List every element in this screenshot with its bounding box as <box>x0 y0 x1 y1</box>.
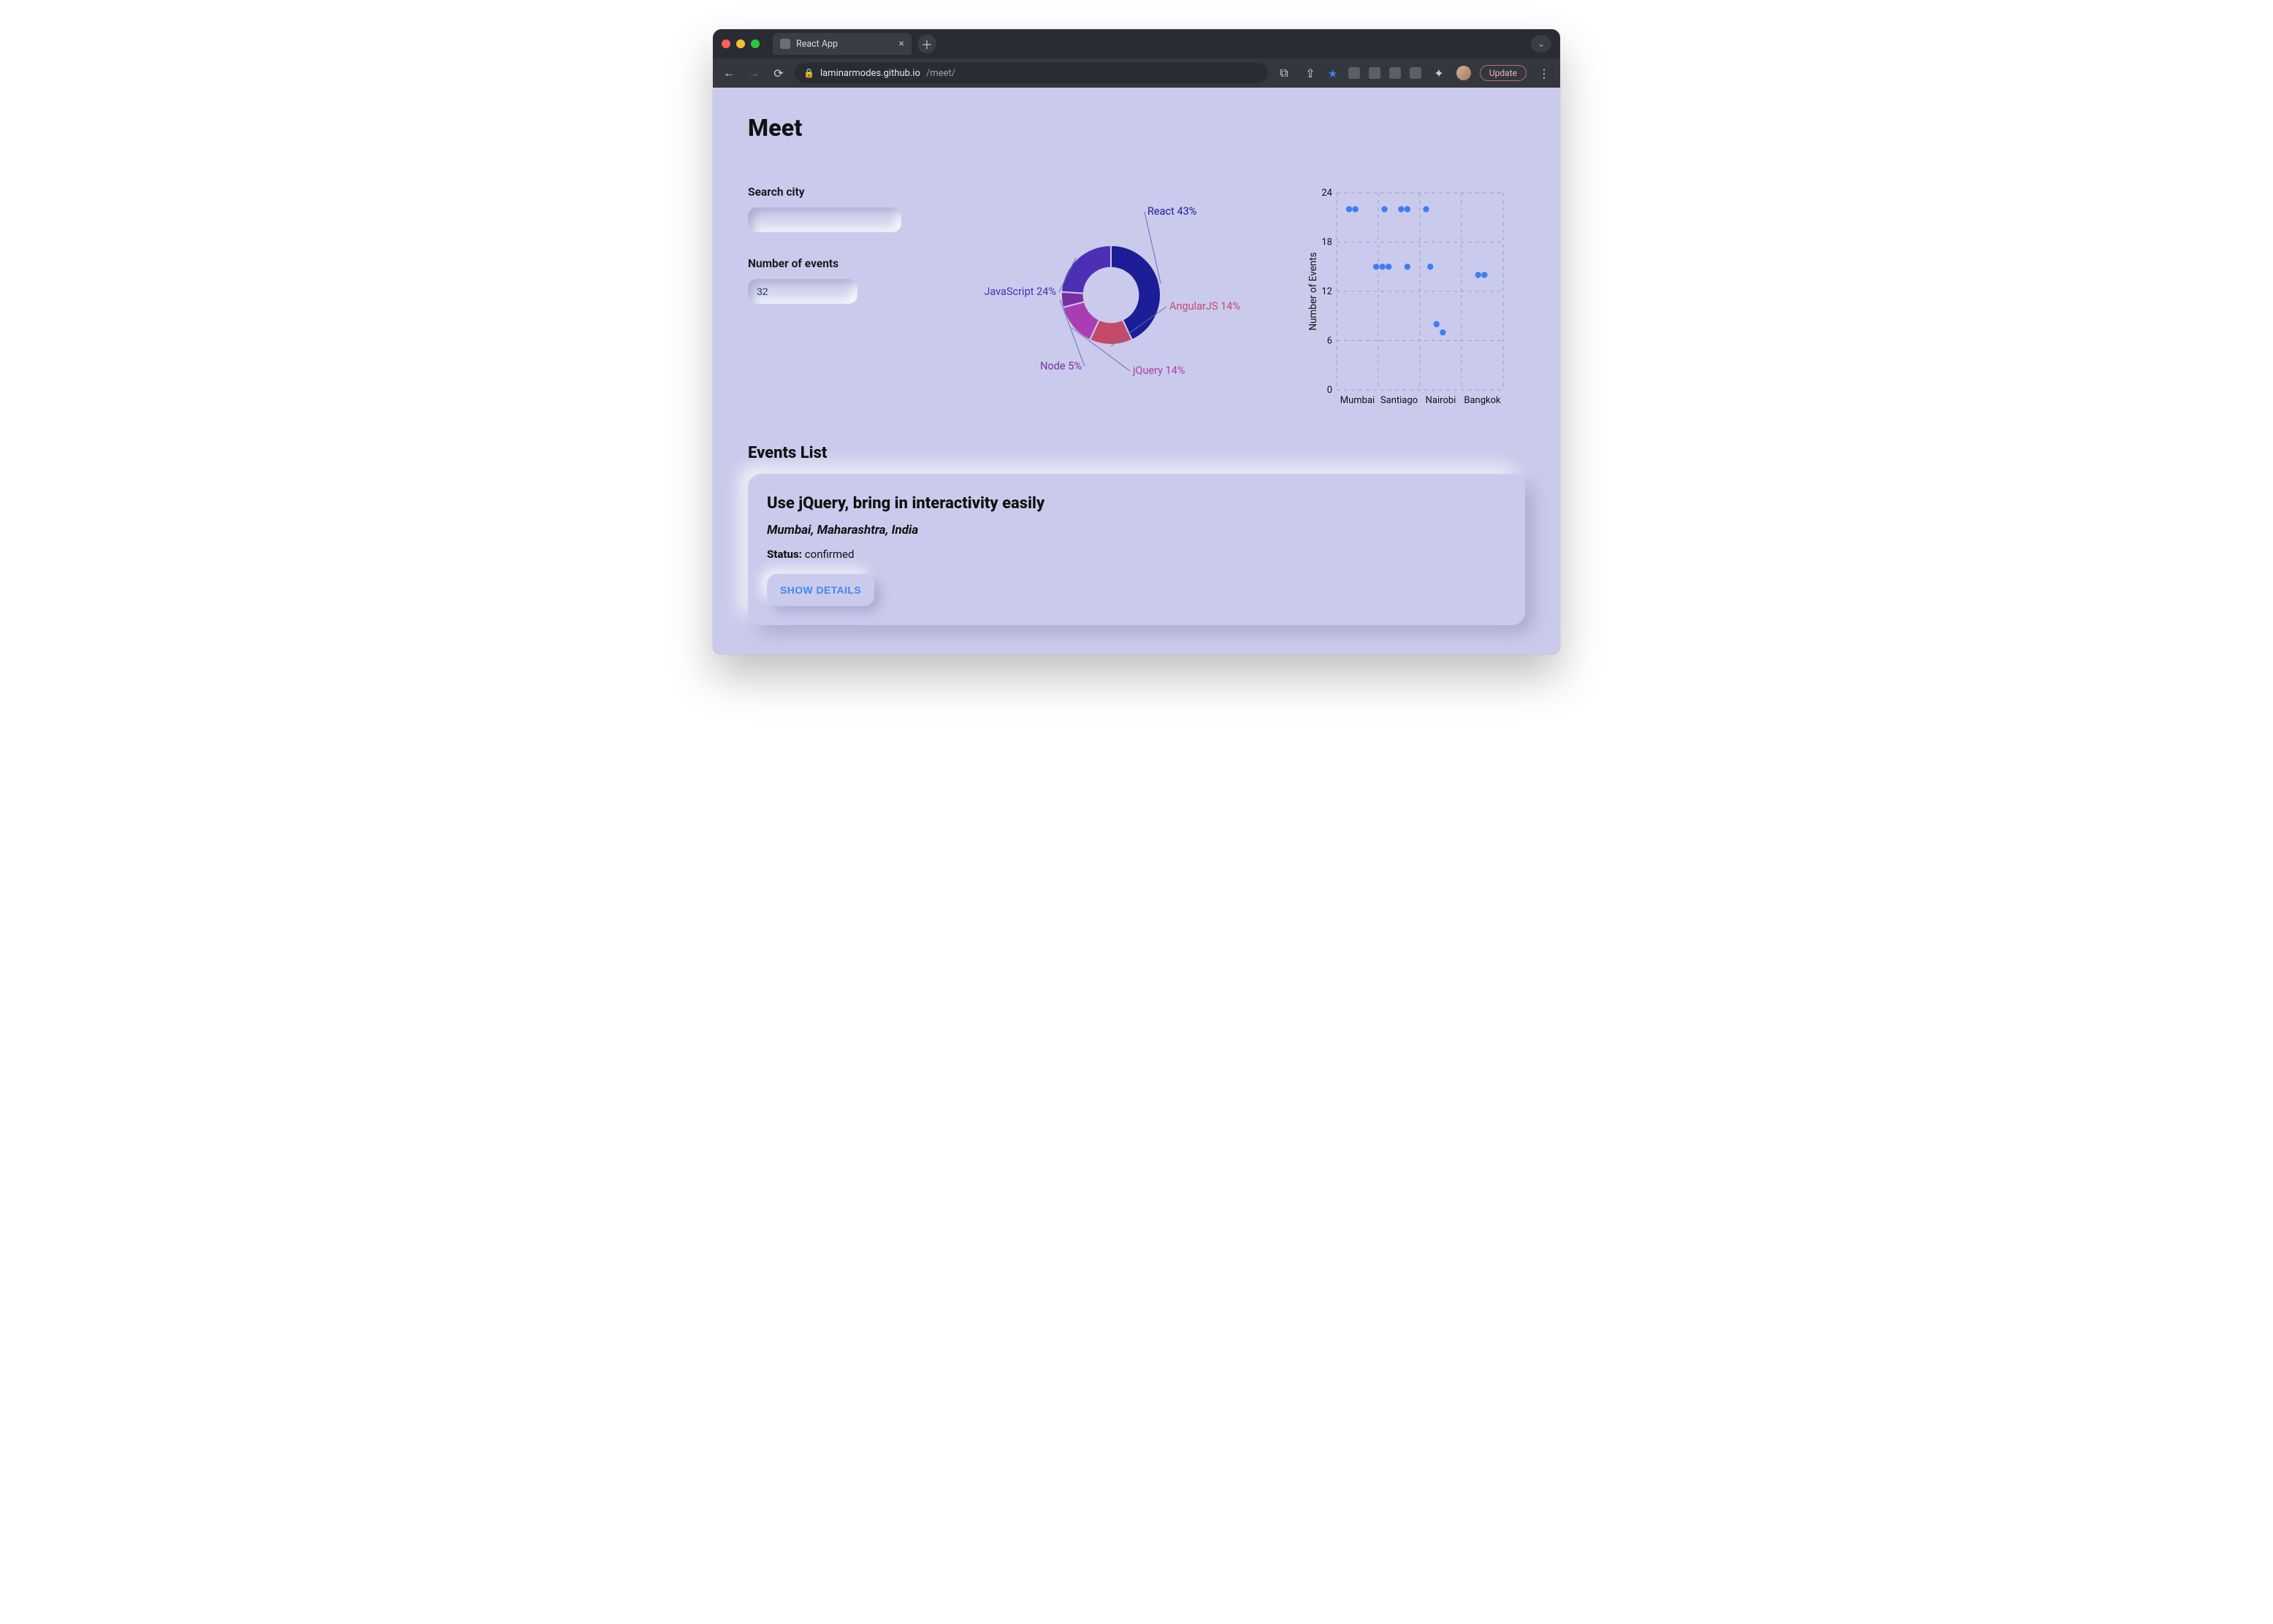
donut-label-jquery: jQuery 14% <box>1132 364 1185 377</box>
address-bar[interactable]: 🔒 laminarmodes.github.io/meet/ <box>795 63 1268 83</box>
maximize-window-icon[interactable] <box>751 39 760 48</box>
donut-label-javascript: JavaScript 24% <box>984 286 1056 298</box>
events-list-heading: Events List <box>748 444 1525 462</box>
scatter-point <box>1381 206 1387 212</box>
browser-toolbar: ← → ⟳ 🔒 laminarmodes.github.io/meet/ ⧉ ⇪… <box>713 58 1560 88</box>
scatter-point <box>1481 272 1487 277</box>
tab-favicon-icon <box>780 39 790 49</box>
event-location: Mumbai, Maharashtra, India <box>767 523 1506 537</box>
share-icon[interactable]: ⇪ <box>1302 66 1319 80</box>
donut-chart-svg: React 43% AngularJS 14% jQuery 14% Node 5% J… <box>979 185 1242 390</box>
filters-panel: Search city Number of events <box>748 185 916 329</box>
number-events-group: Number of events <box>748 257 916 304</box>
y-tick: 0 <box>1327 385 1332 396</box>
scatter-point <box>1346 206 1352 212</box>
scatter-point <box>1398 206 1404 212</box>
url-host: laminarmodes.github.io <box>820 68 920 79</box>
window-controls <box>722 39 760 48</box>
x-tick: Bangkok <box>1464 395 1501 406</box>
nav-back-icon[interactable]: ← <box>720 66 738 80</box>
extensions-puzzle-icon[interactable]: ✦ <box>1430 66 1448 80</box>
scatter-point <box>1423 206 1429 212</box>
show-details-button[interactable]: SHOW DETAILS <box>767 574 874 606</box>
open-external-icon[interactable]: ⧉ <box>1275 66 1293 80</box>
extension-icon-4[interactable] <box>1410 67 1421 79</box>
scatter-point <box>1434 321 1440 327</box>
search-city-input[interactable] <box>748 207 901 232</box>
number-events-input[interactable] <box>748 279 857 304</box>
donut-label-node: Node 5% <box>1040 360 1082 372</box>
nav-forward-icon: → <box>745 66 763 80</box>
browser-menu-icon[interactable]: ⋮ <box>1535 66 1553 80</box>
scatter-point <box>1405 264 1410 269</box>
donut-label-react: React 43% <box>1147 205 1196 218</box>
browser-tab[interactable]: React App × <box>773 33 912 55</box>
number-events-label: Number of events <box>748 257 916 270</box>
extension-icon-3[interactable] <box>1389 67 1401 79</box>
lock-icon: 🔒 <box>803 68 814 78</box>
close-window-icon[interactable] <box>722 39 730 48</box>
page-viewport: Meet Search city Number of events React … <box>713 88 1560 654</box>
scatter-point <box>1427 264 1433 269</box>
y-tick: 24 <box>1321 188 1332 199</box>
search-city-label: Search city <box>748 185 916 199</box>
nav-reload-icon[interactable]: ⟳ <box>770 66 787 80</box>
donut-slice-javascript <box>1061 245 1111 294</box>
scatter-point <box>1405 206 1410 212</box>
scatter-chart-svg: 0 6 12 18 24 Mumbai Santiago Nairobi Bangkok Numb… <box>1306 185 1510 412</box>
x-tick: Santiago <box>1380 395 1418 406</box>
tab-title: React App <box>796 39 838 50</box>
browser-window: React App × ＋ ⌄ ← → ⟳ 🔒 laminarmodes.git… <box>713 29 1560 654</box>
new-tab-button[interactable]: ＋ <box>917 34 936 53</box>
donut-label-angularjs: AngularJS 14% <box>1169 300 1240 313</box>
event-status-label: Status: <box>767 548 802 561</box>
scatter-point <box>1373 264 1379 269</box>
event-card: Use jQuery, bring in interactivity easil… <box>748 474 1525 625</box>
update-button[interactable]: Update <box>1480 65 1527 81</box>
scatter-point <box>1352 206 1358 212</box>
y-tick: 6 <box>1327 336 1332 347</box>
titlebar: React App × ＋ ⌄ <box>713 29 1560 58</box>
y-tick: 18 <box>1321 237 1332 248</box>
x-tick: Mumbai <box>1340 395 1375 406</box>
top-row: Search city Number of events React 43% An… <box>748 185 1525 415</box>
event-status-value: confirmed <box>805 548 855 561</box>
scatter-point <box>1386 264 1391 269</box>
scatter-chart: 0 6 12 18 24 Mumbai Santiago Nairobi Bangkok Numb… <box>1306 185 1525 415</box>
extension-icon-2[interactable] <box>1369 67 1380 79</box>
toolbar-icons: ⧉ ⇪ ★ ✦ Update ⋮ <box>1275 65 1553 81</box>
event-status: Status: confirmed <box>767 548 1506 561</box>
search-city-group: Search city <box>748 185 916 232</box>
profile-avatar-icon[interactable] <box>1456 66 1471 80</box>
donut-chart: React 43% AngularJS 14% jQuery 14% Node 5% J… <box>945 185 1277 390</box>
event-title: Use jQuery, bring in interactivity easil… <box>767 494 1506 513</box>
y-axis-label: Number of Events <box>1307 252 1319 330</box>
page-title: Meet <box>748 114 1525 142</box>
scatter-point <box>1440 329 1445 335</box>
minimize-window-icon[interactable] <box>736 39 745 48</box>
scatter-point <box>1380 264 1386 269</box>
bookmark-star-icon[interactable]: ★ <box>1328 67 1340 79</box>
y-tick: 12 <box>1321 286 1332 297</box>
url-path: /meet/ <box>926 68 955 79</box>
x-tick: Nairobi <box>1426 395 1456 406</box>
tab-close-icon[interactable]: × <box>899 38 904 50</box>
tabs-overflow-icon[interactable]: ⌄ <box>1531 35 1551 53</box>
extension-icon-1[interactable] <box>1348 67 1360 79</box>
scatter-point <box>1475 272 1481 277</box>
